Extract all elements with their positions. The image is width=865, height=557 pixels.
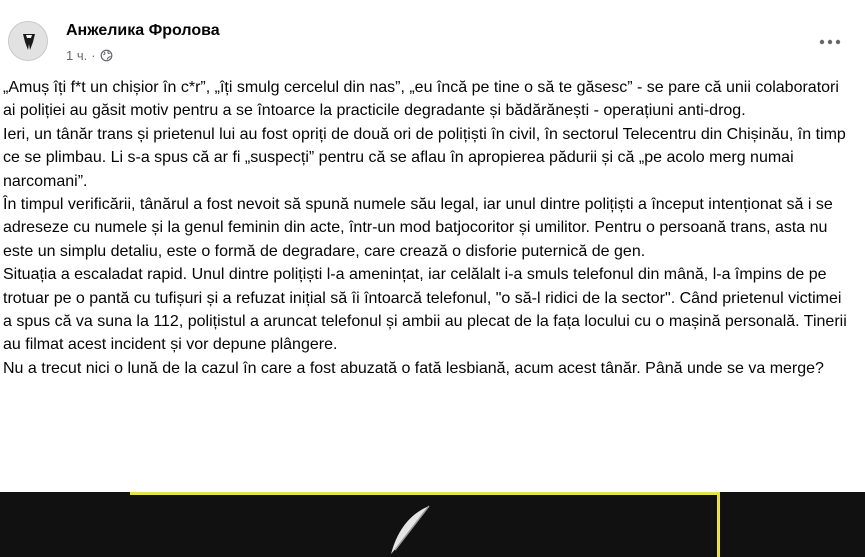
post-paragraph: „Amuș îți f*t un chișior în c*r”, „îți s… xyxy=(3,79,839,120)
more-options-button[interactable] xyxy=(812,28,848,56)
post-paragraph: Nu a trecut nici o lună de la cazul în c… xyxy=(3,359,824,377)
post-image[interactable] xyxy=(0,492,865,557)
post-body: „Amuș îți f*t un chișior în c*r”, „îți s… xyxy=(3,76,853,380)
author-avatar[interactable] xyxy=(8,21,48,61)
post-meta: 1 ч. · xyxy=(66,48,113,63)
image-frame-line-right xyxy=(717,492,720,557)
post-paragraph: Situația a escaladat rapid. Unul dintre … xyxy=(3,266,847,354)
globe-icon[interactable] xyxy=(100,49,113,62)
image-frame-line-top xyxy=(130,492,720,495)
more-options-icon xyxy=(819,39,841,45)
post-header: Анжелика Фролова 1 ч. · xyxy=(0,0,865,72)
avatar-icon xyxy=(9,22,47,60)
author-name[interactable]: Анжелика Фролова xyxy=(66,22,220,40)
post-card: Анжелика Фролова 1 ч. · „Amuș îți f*t un… xyxy=(0,0,865,557)
post-paragraph: Ieri, un tânăr trans și prietenul lui au… xyxy=(3,125,846,190)
post-paragraph: În timpul verificării, tânărul a fost ne… xyxy=(3,196,833,260)
feather-icon xyxy=(391,505,430,554)
meta-separator: · xyxy=(91,48,96,63)
post-timestamp[interactable]: 1 ч. xyxy=(66,48,87,63)
